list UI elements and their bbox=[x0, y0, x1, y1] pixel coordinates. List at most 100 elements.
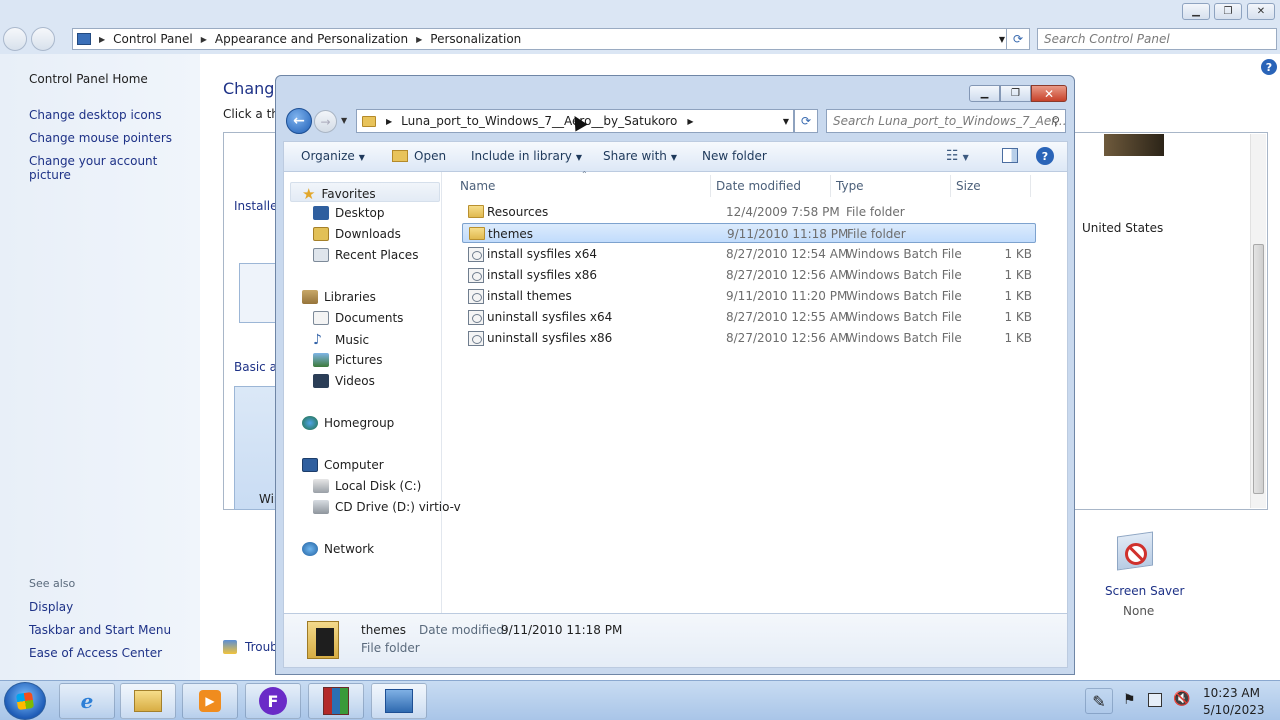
clock-time[interactable]: 10:23 AM bbox=[1203, 686, 1260, 700]
column-header-type[interactable]: Type bbox=[836, 179, 864, 193]
cp-forward-button[interactable] bbox=[31, 27, 55, 51]
ease-of-access-link[interactable]: Ease of Access Center bbox=[29, 646, 162, 660]
videos-icon bbox=[313, 374, 329, 388]
action-center-flag-icon[interactable]: ⚑ bbox=[1123, 692, 1136, 708]
cp-refresh-icon[interactable]: ⟳ bbox=[1006, 28, 1030, 50]
cp-back-button[interactable] bbox=[3, 27, 27, 51]
internet-explorer-icon[interactable]: e bbox=[59, 683, 115, 719]
column-separator[interactable] bbox=[1030, 175, 1031, 197]
nav-network[interactable]: Network bbox=[302, 542, 374, 556]
cp-search-input[interactable]: Search Control Panel bbox=[1037, 28, 1277, 50]
cp-close-button[interactable]: ✕ bbox=[1247, 3, 1275, 20]
breadcrumb-current-folder[interactable]: Luna_port_to_Windows_7__Aero__by_Satukor… bbox=[401, 114, 677, 128]
include-in-library-menu[interactable]: Include in library ▼ bbox=[471, 149, 582, 163]
cp-maximize-button[interactable]: ❐ bbox=[1214, 3, 1242, 20]
network-status-icon[interactable] bbox=[1148, 693, 1162, 707]
breadcrumb-arrow-icon[interactable]: ▶ bbox=[687, 117, 693, 126]
file-explorer-icon[interactable] bbox=[120, 683, 176, 719]
breadcrumb-personalization[interactable]: Personalization bbox=[430, 32, 521, 46]
nav-desktop[interactable]: Desktop bbox=[313, 206, 385, 220]
forward-button[interactable]: → bbox=[314, 110, 337, 133]
breadcrumb-appearance[interactable]: Appearance and Personalization bbox=[215, 32, 408, 46]
file-row[interactable]: Resources 12/4/2009 7:58 PM File folder bbox=[462, 202, 1036, 222]
file-row[interactable]: uninstall sysfiles x86 8/27/2010 12:56 AM… bbox=[462, 328, 1036, 348]
nav-recent-places[interactable]: Recent Places bbox=[313, 248, 418, 262]
address-dropdown-icon[interactable]: ▼ bbox=[999, 35, 1005, 44]
folder-icon bbox=[468, 205, 484, 218]
column-separator[interactable] bbox=[710, 175, 711, 197]
file-row[interactable]: install themes 9/11/2010 11:20 PM Windows … bbox=[462, 286, 1036, 306]
change-view-icon[interactable]: ☷ ▼ bbox=[946, 148, 969, 164]
app-f-icon[interactable]: F bbox=[245, 683, 301, 719]
folder-icon bbox=[307, 621, 339, 659]
start-button[interactable] bbox=[4, 682, 46, 720]
search-input[interactable]: Search Luna_port_to_Windows_7_Aer... ⚲ bbox=[826, 109, 1066, 133]
screen-saver-value: None bbox=[1123, 604, 1155, 618]
nav-pictures[interactable]: Pictures bbox=[313, 353, 383, 367]
music-icon: ♪ bbox=[313, 332, 322, 348]
theme-thumbnail[interactable] bbox=[1104, 134, 1164, 156]
minimize-button[interactable]: ▁ bbox=[969, 85, 1000, 102]
new-folder-button[interactable]: New folder bbox=[702, 149, 767, 163]
column-separator[interactable] bbox=[830, 175, 831, 197]
file-list: ⌃ Name Date modified Type Size Resources… bbox=[454, 170, 1066, 613]
nav-computer[interactable]: Computer bbox=[302, 458, 384, 472]
nav-libraries[interactable]: Libraries bbox=[302, 290, 376, 304]
pen-input-icon[interactable]: ✎ bbox=[1085, 688, 1113, 714]
file-row[interactable]: install sysfiles x64 8/27/2010 12:54 AM Wi… bbox=[462, 244, 1036, 264]
nav-downloads[interactable]: Downloads bbox=[313, 227, 401, 241]
country-theme-label: United States bbox=[1082, 221, 1164, 235]
troubleshoot-link[interactable]: Troub bbox=[245, 640, 278, 654]
column-header-name[interactable]: Name bbox=[460, 179, 495, 193]
cp-home-link[interactable]: Control Panel Home bbox=[29, 72, 148, 86]
change-desktop-icons-link[interactable]: Change desktop icons bbox=[29, 108, 162, 122]
documents-icon bbox=[313, 311, 329, 325]
control-panel-icon[interactable] bbox=[371, 683, 427, 719]
change-account-picture-link[interactable]: Change your account picture bbox=[29, 154, 200, 182]
help-icon[interactable]: ? bbox=[1036, 147, 1054, 165]
change-mouse-pointers-link[interactable]: Change mouse pointers bbox=[29, 131, 172, 145]
maximize-button[interactable]: ❐ bbox=[1000, 85, 1031, 102]
media-player-icon[interactable]: ▶ bbox=[182, 683, 238, 719]
screen-saver-icon[interactable] bbox=[1117, 531, 1153, 574]
search-icon[interactable]: ⚲ bbox=[1051, 114, 1060, 128]
refresh-icon[interactable]: ⟳ bbox=[794, 109, 818, 133]
column-separator[interactable] bbox=[950, 175, 951, 197]
theme-gallery-scrollbar[interactable] bbox=[1250, 134, 1266, 508]
clock-date[interactable]: 5/10/2023 bbox=[1203, 703, 1265, 717]
display-link[interactable]: Display bbox=[29, 600, 73, 614]
column-header-date-modified[interactable]: Date modified bbox=[716, 179, 801, 193]
close-button[interactable]: ✕ bbox=[1031, 85, 1067, 102]
volume-muted-icon[interactable]: 🔇 bbox=[1173, 691, 1190, 707]
nav-documents[interactable]: Documents bbox=[313, 311, 403, 325]
nav-local-disk[interactable]: Local Disk (C:) bbox=[313, 479, 421, 493]
scrollbar-thumb[interactable] bbox=[1253, 244, 1264, 494]
open-button[interactable]: Open bbox=[392, 149, 446, 163]
help-icon[interactable]: ? bbox=[1261, 59, 1277, 75]
recent-pages-dropdown-icon[interactable]: ▼ bbox=[341, 116, 347, 125]
nav-videos[interactable]: Videos bbox=[313, 374, 375, 388]
nav-favorites[interactable]: ★ Favorites bbox=[302, 185, 376, 203]
file-row[interactable]: themes 9/11/2010 11:18 PM File folder bbox=[462, 223, 1036, 243]
nav-homegroup[interactable]: Homegroup bbox=[302, 416, 394, 430]
share-with-menu[interactable]: Share with ▼ bbox=[603, 149, 677, 163]
file-row[interactable]: uninstall sysfiles x64 8/27/2010 12:55 AM… bbox=[462, 307, 1036, 327]
cp-minimize-button[interactable]: ▁ bbox=[1182, 3, 1210, 20]
preview-pane-icon[interactable] bbox=[1002, 148, 1018, 163]
file-name: themes bbox=[488, 227, 534, 241]
winrar-icon[interactable] bbox=[308, 683, 364, 719]
cp-address-bar[interactable]: ▶ Control Panel ▶ Appearance and Persona… bbox=[72, 28, 1030, 50]
column-header-size[interactable]: Size bbox=[956, 179, 981, 193]
nav-music[interactable]: ♪ Music bbox=[313, 332, 369, 348]
back-button[interactable]: ← bbox=[286, 108, 312, 134]
organize-menu[interactable]: Organize ▼ bbox=[301, 149, 365, 163]
theme-tile[interactable] bbox=[239, 263, 279, 323]
breadcrumb-arrow-icon[interactable]: ▶ bbox=[386, 117, 392, 126]
file-size: 1 KB bbox=[1004, 268, 1032, 282]
breadcrumb-control-panel[interactable]: Control Panel bbox=[113, 32, 193, 46]
address-dropdown-icon[interactable]: ▼ bbox=[783, 117, 789, 126]
file-row[interactable]: install sysfiles x86 8/27/2010 12:56 AM Wi… bbox=[462, 265, 1036, 285]
screen-saver-link[interactable]: Screen Saver bbox=[1105, 584, 1184, 598]
nav-cd-drive[interactable]: CD Drive (D:) virtio-v bbox=[313, 500, 461, 514]
taskbar-start-menu-link[interactable]: Taskbar and Start Menu bbox=[29, 623, 171, 637]
